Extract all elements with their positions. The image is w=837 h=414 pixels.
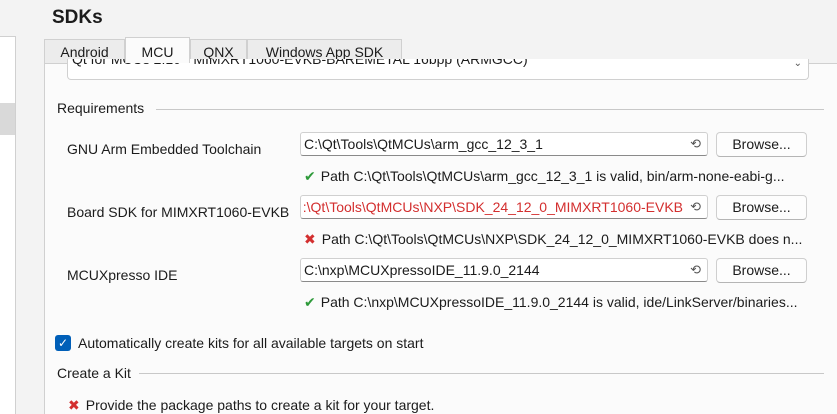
check-icon: ✔ — [304, 294, 316, 310]
create-kit-message: ✖ Provide the package paths to create a k… — [68, 397, 435, 413]
requirements-divider — [156, 109, 824, 110]
page-title: SDKs — [52, 7, 103, 28]
chevron-down-icon: ⌄ — [793, 59, 802, 69]
reset-icon[interactable]: ⟲ — [690, 196, 701, 218]
mcuxpresso-path-input[interactable]: C:\nxp\MCUXpressoIDE_11.9.0_2144 ⟲ — [300, 258, 708, 282]
settings-category-list[interactable] — [0, 36, 16, 414]
auto-create-label[interactable]: Automatically create kits for all availa… — [78, 335, 424, 351]
requirements-group-title: Requirements — [57, 100, 145, 116]
auto-create-checkbox[interactable]: ✓ — [55, 335, 71, 351]
toolchain-path-input[interactable]: C:\Qt\Tools\QtMCUs\arm_gcc_12_3_1 ⟲ — [300, 132, 708, 156]
cross-icon: ✖ — [304, 231, 316, 247]
mcuxpresso-status: ✔ Path C:\nxp\MCUXpressoIDE_11.9.0_2144 i… — [304, 294, 798, 310]
mcuxpresso-browse-button[interactable]: Browse... — [716, 258, 807, 283]
board-sdk-status: ✖ Path C:\Qt\Tools\QtMCUs\NXP\SDK_24_12_0… — [304, 231, 803, 247]
check-icon: ✔ — [304, 168, 316, 184]
mcuxpresso-label: MCUXpresso IDE — [67, 267, 178, 283]
toolchain-label: GNU Arm Embedded Toolchain — [67, 141, 262, 157]
board-sdk-browse-button[interactable]: Browse... — [716, 195, 807, 220]
reset-icon[interactable]: ⟲ — [690, 259, 701, 281]
cross-icon: ✖ — [68, 397, 80, 413]
board-sdk-path-input[interactable]: C:\Qt\Tools\QtMCUs\NXP\SDK_24_12_0_MIMXR… — [300, 195, 708, 219]
selected-category-highlight[interactable] — [0, 103, 15, 135]
tab-mcu[interactable]: MCU — [125, 37, 190, 63]
create-kit-divider — [139, 373, 824, 374]
reset-icon[interactable]: ⟲ — [690, 133, 701, 155]
toolchain-status: ✔ Path C:\Qt\Tools\QtMCUs\arm_gcc_12_3_1 … — [304, 168, 785, 184]
toolchain-browse-button[interactable]: Browse... — [716, 132, 807, 157]
board-sdk-label: Board SDK for MIMXRT1060-EVKB — [67, 204, 290, 220]
create-kit-group-title: Create a Kit — [57, 365, 131, 381]
